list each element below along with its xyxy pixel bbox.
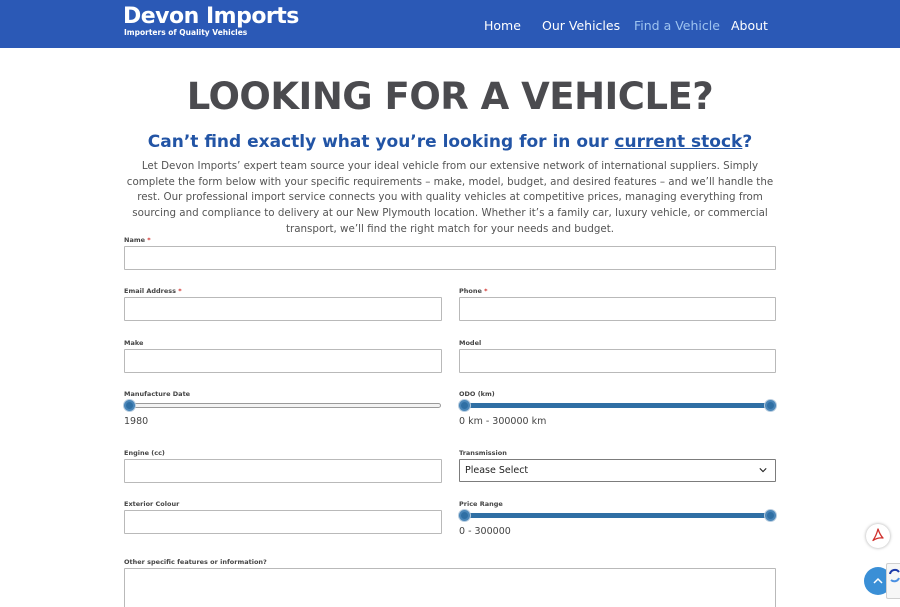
logo-tagline: Importers of Quality Vehicles: [124, 28, 248, 37]
odo-max-handle[interactable]: [765, 400, 776, 411]
recaptcha-icon: [889, 568, 900, 583]
engine-input[interactable]: [124, 459, 442, 483]
nav-about[interactable]: About: [731, 18, 768, 34]
page-title: LOOKING FOR A VEHICLE?: [186, 75, 714, 118]
name-label: Name *: [124, 236, 151, 245]
site-header: Devon Imports Importers of Quality Vehic…: [0, 0, 900, 48]
odo-value: 0 km - 300000 km: [459, 416, 547, 427]
engine-label: Engine (cc): [124, 449, 165, 457]
odo-label: ODO (km): [459, 390, 495, 398]
pdf-icon: [872, 528, 884, 542]
other-features-label: Other specific features or information?: [124, 558, 267, 566]
required-mark: *: [178, 287, 182, 295]
intro-paragraph: Let Devon Imports’ expert team source yo…: [126, 160, 774, 235]
odo-track[interactable]: [462, 403, 772, 408]
required-mark: *: [147, 236, 151, 244]
odo-min-handle[interactable]: [459, 400, 470, 411]
transmission-label: Transmission: [459, 449, 507, 457]
exterior-colour-input[interactable]: [124, 510, 442, 534]
name-label-text: Name: [124, 236, 146, 244]
page-subtitle: Can’t find exactly what you’re looking f…: [0, 131, 900, 153]
exterior-colour-label: Exterior Colour: [124, 500, 180, 508]
manufacture-date-track[interactable]: [126, 403, 441, 408]
manufacture-date-handle[interactable]: [124, 400, 135, 411]
pdf-button[interactable]: [866, 524, 890, 548]
model-label: Model: [459, 339, 482, 347]
phone-input[interactable]: [459, 297, 776, 321]
email-input[interactable]: [124, 297, 442, 321]
price-range-track[interactable]: [462, 513, 772, 518]
price-range-max-handle[interactable]: [765, 510, 776, 521]
make-label: Make: [124, 339, 144, 347]
nav-our-vehicles[interactable]: Our Vehicles: [542, 18, 620, 34]
name-input[interactable]: [124, 246, 776, 270]
manufacture-date-label: Manufacture Date: [124, 390, 191, 398]
price-range-min-handle[interactable]: [459, 510, 470, 521]
phone-label: Phone *: [459, 287, 488, 296]
logo-title[interactable]: Devon Imports: [123, 5, 299, 29]
price-range-label: Price Range: [459, 500, 503, 508]
manufacture-date-value: 1980: [124, 416, 149, 427]
phone-label-text: Phone: [459, 287, 482, 295]
other-features-textarea[interactable]: [124, 568, 776, 607]
nav-home[interactable]: Home: [484, 18, 521, 34]
email-label: Email Address *: [124, 287, 182, 296]
transmission-selected: Please Select: [465, 465, 529, 476]
email-label-text: Email Address: [124, 287, 177, 295]
subtitle-prefix: Can’t find exactly what you’re looking f…: [147, 132, 615, 152]
subtitle-suffix: ?: [742, 132, 753, 152]
model-input[interactable]: [459, 349, 776, 373]
required-mark: *: [484, 287, 488, 295]
nav-find-a-vehicle[interactable]: Find a Vehicle: [634, 18, 720, 34]
chevron-down-icon: [759, 468, 767, 473]
price-range-value: 0 - 300000: [459, 526, 511, 537]
recaptcha-badge[interactable]: [886, 563, 900, 599]
current-stock-link[interactable]: current stock: [614, 132, 742, 152]
make-input[interactable]: [124, 349, 442, 373]
transmission-select[interactable]: Please Select: [459, 459, 776, 482]
